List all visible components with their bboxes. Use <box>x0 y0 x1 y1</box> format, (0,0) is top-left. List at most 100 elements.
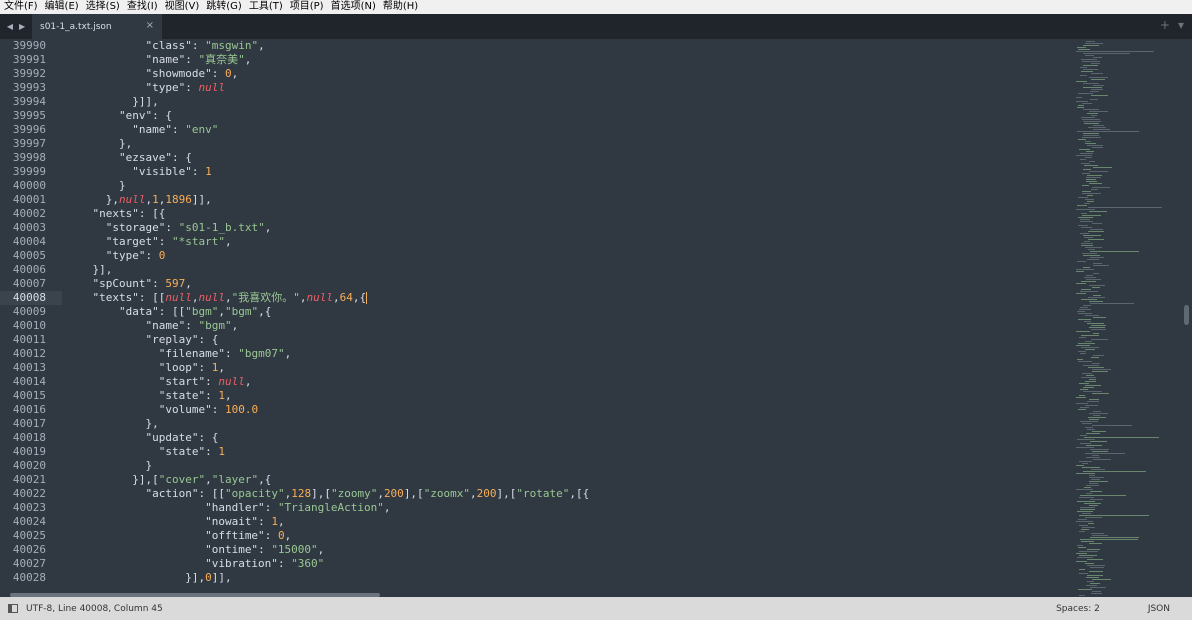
menu-item[interactable]: 帮助(H) <box>379 0 421 14</box>
code-line[interactable]: "visible": 1 <box>66 165 1066 179</box>
line-number: 40020 <box>12 459 46 472</box>
status-syntax[interactable]: JSON <box>1148 604 1170 614</box>
code-line[interactable]: "filename": "bgm07", <box>66 347 1066 361</box>
code-line[interactable]: "update": { <box>66 431 1066 445</box>
menu-item[interactable]: 文件(F) <box>0 0 41 14</box>
code-line[interactable]: "loop": 1, <box>66 361 1066 375</box>
code-line[interactable]: },null,1,1896]], <box>66 193 1066 207</box>
menu-item[interactable]: 跳转(G) <box>202 0 245 14</box>
code-line[interactable]: "type": 0 <box>66 249 1066 263</box>
minimap-line <box>1093 317 1106 318</box>
editor[interactable]: 39990 39991 39992 39993 39994 39995 39996 39997… <box>0 39 1192 597</box>
minimap-line <box>1085 517 1102 518</box>
code-token: "15000" <box>271 543 318 556</box>
code-line[interactable]: "class": "msgwin", <box>66 39 1066 53</box>
code-line[interactable]: "offtime": 0, <box>66 529 1066 543</box>
code-line[interactable]: }], <box>66 263 1066 277</box>
menu-item[interactable]: 视图(V) <box>161 0 203 14</box>
minimap[interactable] <box>1068 39 1178 597</box>
menu-item[interactable]: 项目(P) <box>286 0 327 14</box>
code-line[interactable]: "ontime": "15000", <box>66 543 1066 557</box>
code-line[interactable]: "replay": { <box>66 333 1066 347</box>
minimap-line <box>1087 175 1102 176</box>
code-line[interactable]: "nowait": 1, <box>66 515 1066 529</box>
minimap-line <box>1088 207 1162 208</box>
code-line[interactable]: "state": 1, <box>66 389 1066 403</box>
vertical-scrollbar[interactable] <box>1181 39 1192 597</box>
code-line[interactable]: }, <box>66 137 1066 151</box>
minimap-line <box>1085 381 1096 382</box>
vertical-scroll-thumb[interactable] <box>1184 305 1189 325</box>
code-token: : [{ <box>138 207 166 220</box>
code-line[interactable]: "vibration": "360" <box>66 557 1066 571</box>
tab-forward-icon[interactable]: ▶ <box>19 22 25 31</box>
code-line[interactable]: }],["cover","layer",{ <box>66 473 1066 487</box>
code-line[interactable]: "handler": "TriangleAction", <box>66 501 1066 515</box>
code-line[interactable]: "showmode": 0, <box>66 67 1066 81</box>
minimap-line <box>1093 411 1101 412</box>
code-line[interactable]: "type": null <box>66 81 1066 95</box>
minimap-line <box>1089 413 1108 414</box>
minimap-line <box>1092 223 1102 224</box>
close-icon[interactable]: × <box>146 20 154 31</box>
code-line[interactable]: "volume": 100.0 <box>66 403 1066 417</box>
add-tab-icon[interactable]: + <box>1160 18 1170 32</box>
code-line[interactable]: "start": null, <box>66 375 1066 389</box>
code-line[interactable]: "env": { <box>66 109 1066 123</box>
minimap-line <box>1092 147 1103 148</box>
minimap-line <box>1079 395 1085 396</box>
minimap-line <box>1078 351 1086 352</box>
menu-item[interactable]: 首选项(N) <box>327 0 379 14</box>
code-token: : <box>205 375 219 388</box>
tab-back-icon[interactable]: ◀ <box>7 22 13 31</box>
code-token: : <box>185 53 199 66</box>
minimap-line <box>1091 115 1097 116</box>
code-token: "env" <box>118 109 153 122</box>
panel-toggle-icon[interactable] <box>8 604 18 613</box>
code-line[interactable]: "target": "*start", <box>66 235 1066 249</box>
code-line[interactable]: "name": "env" <box>66 123 1066 137</box>
minimap-line <box>1086 275 1093 276</box>
code-token: , <box>383 501 391 514</box>
minimap-line <box>1076 331 1090 332</box>
line-number: 40012 <box>12 347 46 360</box>
code-line[interactable]: "ezsave": { <box>66 151 1066 165</box>
minimap-line <box>1079 551 1098 552</box>
code-line[interactable]: } <box>66 459 1066 473</box>
minimap-line <box>1077 311 1085 312</box>
line-number: 39991 <box>12 53 46 66</box>
code-line[interactable]: "name": "真奈美", <box>66 53 1066 67</box>
menu-item[interactable]: 编辑(E) <box>41 0 82 14</box>
minimap-line <box>1086 177 1101 178</box>
code-line[interactable]: "nexts": [{ <box>66 207 1066 221</box>
tab-actions: + ▾ <box>1160 18 1184 32</box>
minimap-line <box>1092 455 1099 456</box>
code-line[interactable]: "name": "bgm", <box>66 319 1066 333</box>
code-line[interactable]: "action": [["opacity",128],["zoomy",200]… <box>66 487 1066 501</box>
menu-item[interactable]: 工具(T) <box>245 0 286 14</box>
code-line[interactable]: }, <box>66 417 1066 431</box>
code-line[interactable]: } <box>66 179 1066 193</box>
minimap-line <box>1076 397 1086 398</box>
tab-file[interactable]: s01-1_a.txt.json × <box>32 14 162 39</box>
line-number: 39999 <box>12 165 46 178</box>
minimap-line <box>1089 543 1102 544</box>
code-line[interactable]: "state": 1 <box>66 445 1066 459</box>
menu-item[interactable]: 查找(I) <box>123 0 161 14</box>
code-line[interactable]: "data": [["bgm","bgm",{ <box>66 305 1066 319</box>
minimap-line <box>1089 183 1102 184</box>
tab-menu-icon[interactable]: ▾ <box>1178 18 1184 32</box>
menu-item[interactable]: 选择(S) <box>82 0 123 14</box>
code-line[interactable]: "storage": "s01-1_b.txt", <box>66 221 1066 235</box>
tab-bar: ◀ ▶ s01-1_a.txt.json × + ▾ <box>0 14 1192 39</box>
code-token: "nowait" <box>205 515 259 528</box>
code-line[interactable]: "spCount": 597, <box>66 277 1066 291</box>
code-line[interactable]: "texts": [[null,null,"我喜欢你。",null,64,{ <box>66 291 1066 305</box>
code-area[interactable]: "class": "msgwin", "name": "真奈美", "showm… <box>66 39 1066 597</box>
status-indentation[interactable]: Spaces: 2 <box>1056 604 1100 614</box>
code-token: : { <box>198 333 219 346</box>
code-token: "真奈美" <box>198 53 245 66</box>
code-line[interactable]: }],0]], <box>66 571 1066 585</box>
code-line[interactable]: }]], <box>66 95 1066 109</box>
code-token: 0 <box>205 571 212 584</box>
